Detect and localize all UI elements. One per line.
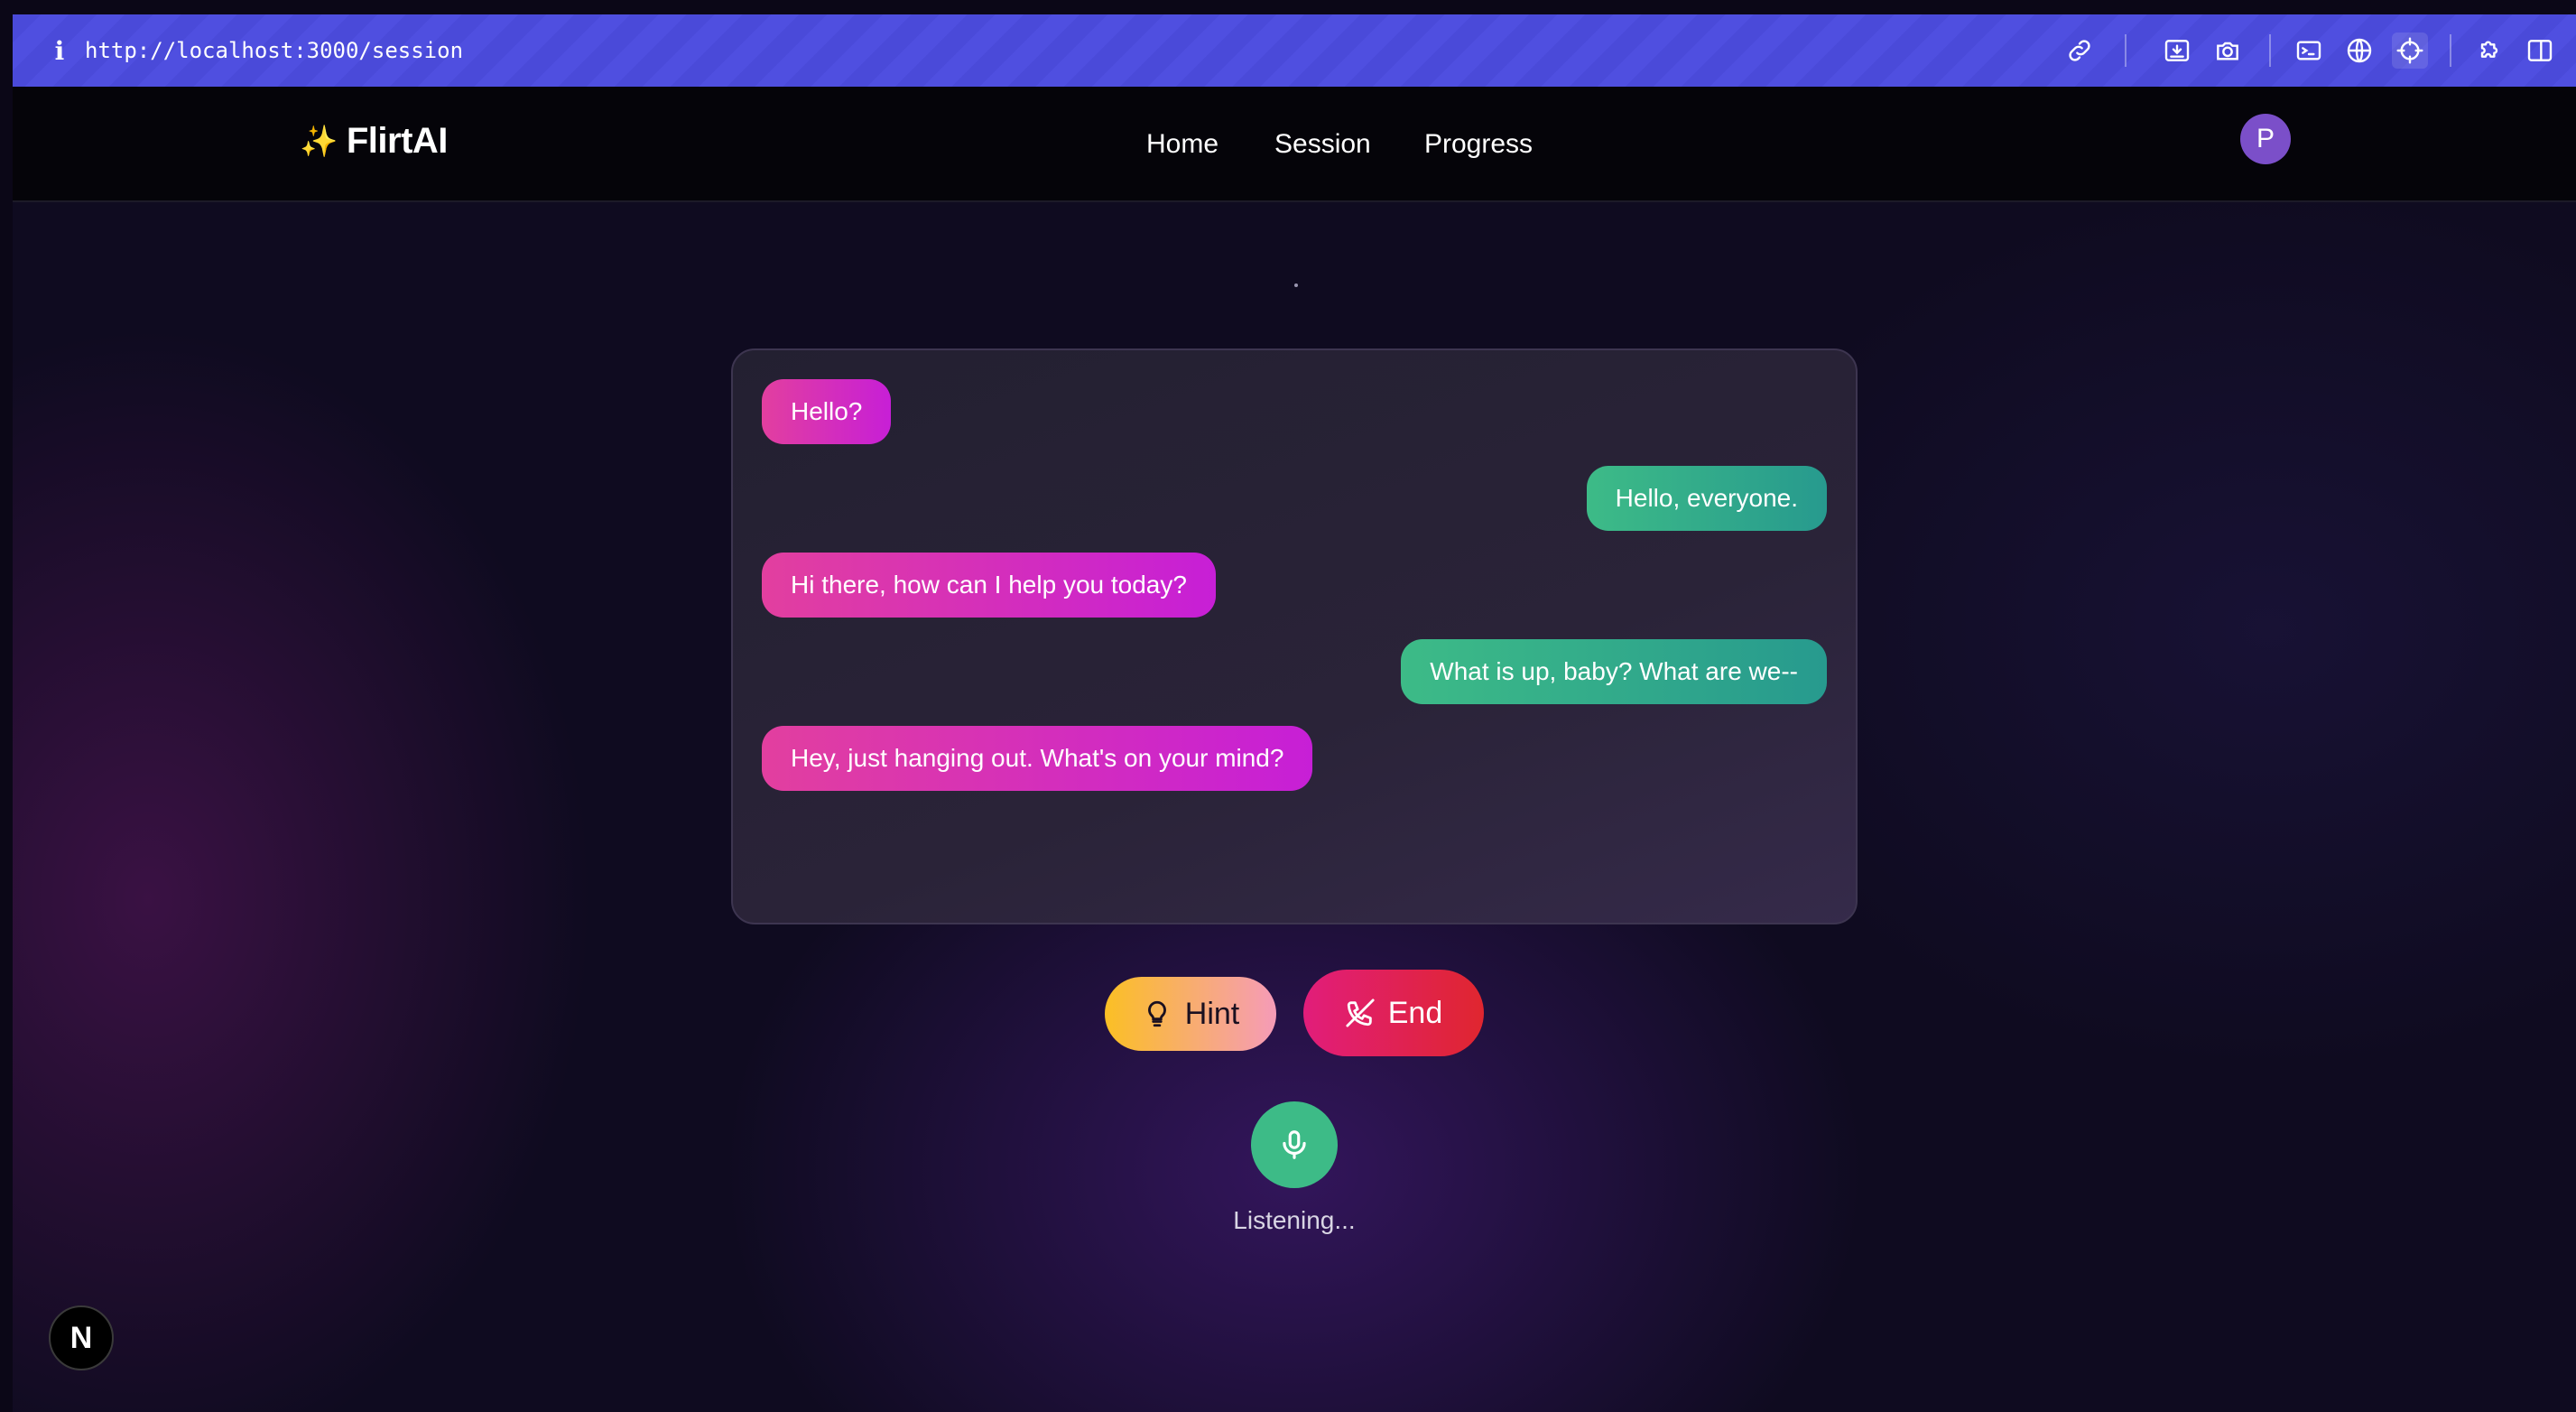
avatar[interactable]: P xyxy=(2240,114,2291,164)
microphone-button[interactable] xyxy=(1251,1101,1338,1188)
message-bubble-user: What is up, baby? What are we-- xyxy=(1401,639,1827,704)
phone-off-icon xyxy=(1346,999,1375,1027)
nav-link-progress[interactable]: Progress xyxy=(1424,128,1533,161)
message-bubble-ai: Hello? xyxy=(762,379,892,444)
globe-icon[interactable] xyxy=(2341,33,2377,69)
sparkle-icon: ✨ xyxy=(300,123,338,160)
chat-panel: Hello? Hello, everyone. Hi there, how ca… xyxy=(731,348,1858,924)
brand-name: FlirtAI xyxy=(346,121,449,161)
message-bubble-ai: Hi there, how can I help you today? xyxy=(762,553,1216,618)
nextjs-dev-badge[interactable]: N xyxy=(49,1305,114,1370)
download-icon[interactable] xyxy=(2159,33,2195,69)
app-page: ✨ FlirtAI Home Session Progress P Hello?… xyxy=(13,87,2576,1412)
browser-toolbar: i http://localhost:3000/session xyxy=(13,14,2576,87)
microphone-icon xyxy=(1283,1130,1306,1159)
address-bar[interactable]: http://localhost:3000/session xyxy=(85,36,463,65)
message-bubble-user: Hello, everyone. xyxy=(1586,466,1827,531)
crosshair-icon[interactable] xyxy=(2392,33,2428,69)
puzzle-icon[interactable] xyxy=(2471,33,2507,69)
sidebar-icon[interactable] xyxy=(2522,33,2558,69)
browser-window: i http://localhost:3000/session ✨ FlirtA… xyxy=(13,14,2576,1412)
lightbulb-icon xyxy=(1147,1000,1166,1027)
link-icon[interactable] xyxy=(2062,33,2098,69)
brand-logo[interactable]: ✨ FlirtAI xyxy=(300,121,448,162)
listening-status: Listening... xyxy=(1233,1206,1356,1234)
camera-icon[interactable] xyxy=(2210,33,2246,69)
nav-link-home[interactable]: Home xyxy=(1146,128,1219,161)
hint-label: Hint xyxy=(1184,996,1240,1031)
message-bubble-ai: Hey, just hanging out. What's on your mi… xyxy=(762,726,1313,791)
terminal-icon[interactable] xyxy=(2291,33,2327,69)
top-navbar: ✨ FlirtAI Home Session Progress P xyxy=(13,87,2576,202)
info-icon[interactable]: i xyxy=(43,34,76,67)
end-label: End xyxy=(1387,995,1443,1030)
hint-button[interactable]: Hint xyxy=(1105,977,1276,1051)
end-call-button[interactable]: End xyxy=(1303,970,1484,1056)
loading-dot xyxy=(1294,283,1298,287)
nav-link-session[interactable]: Session xyxy=(1274,128,1371,161)
